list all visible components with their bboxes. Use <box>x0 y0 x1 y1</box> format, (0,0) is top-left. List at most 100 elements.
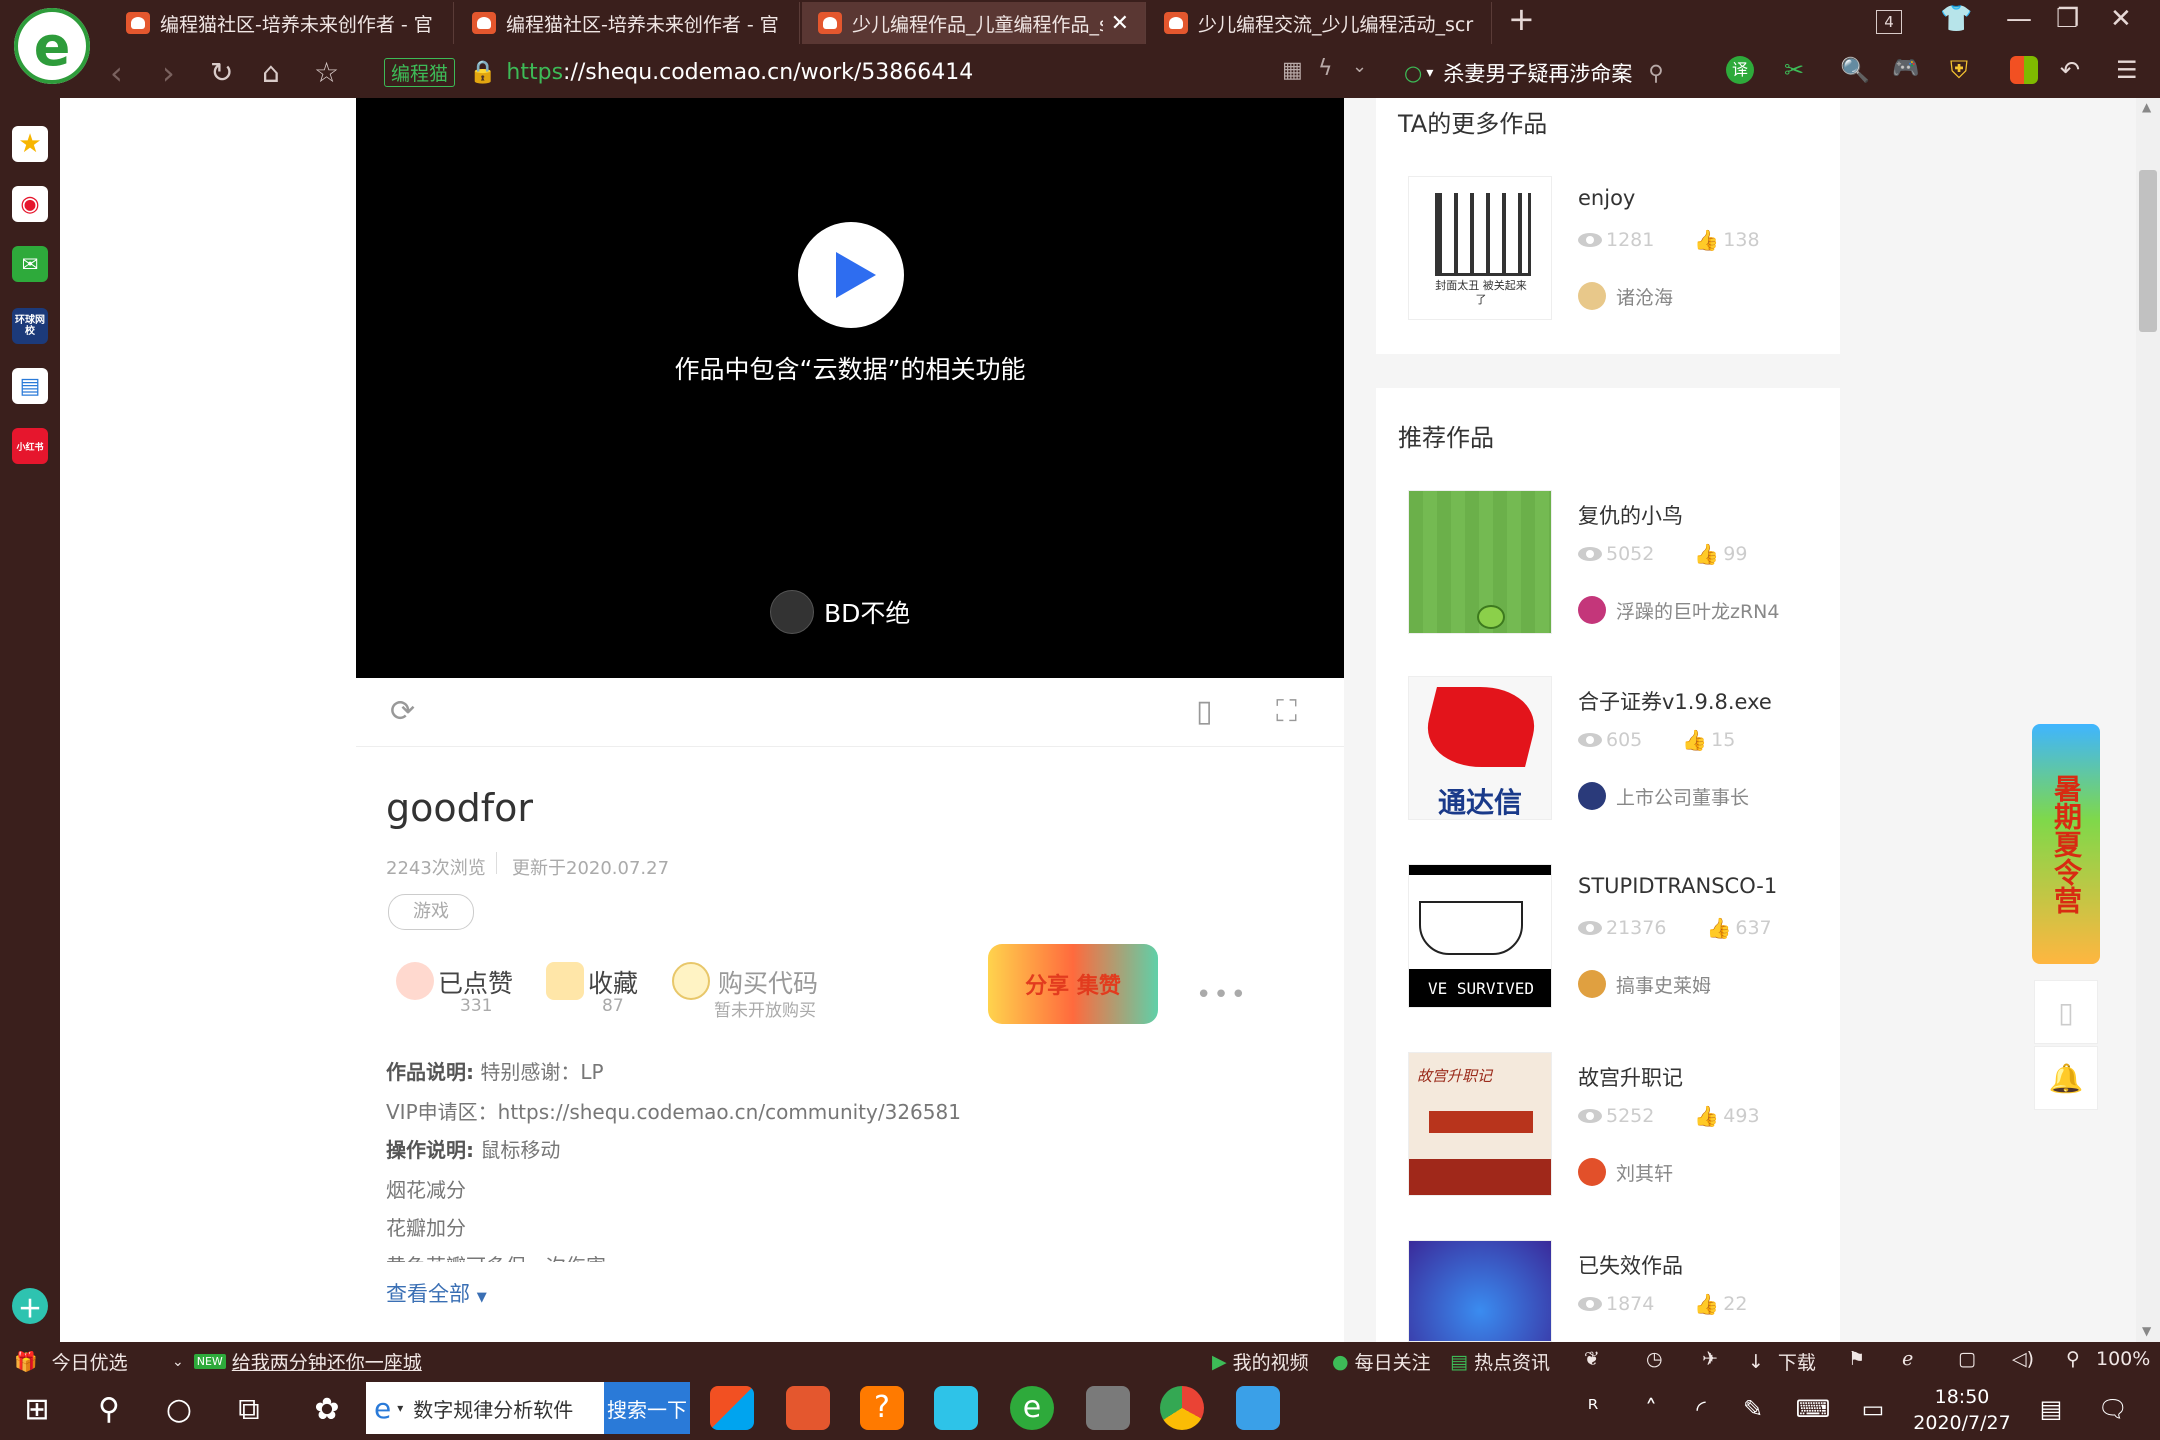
like-icon[interactable] <box>396 962 434 1000</box>
restore-icon[interactable]: ❐ <box>2056 4 2079 34</box>
more-options-icon[interactable]: ••• <box>1196 980 1248 1010</box>
category-tag[interactable]: 游戏 <box>388 894 474 930</box>
close-window-icon[interactable]: ✕ <box>2110 4 2132 34</box>
work-thumbnail[interactable]: 封面太丑 被关起来了 <box>1408 176 1552 320</box>
work-name[interactable]: 合子证券v1.9.8.exe <box>1578 686 1772 716</box>
speed-icon[interactable]: ◷ <box>1646 1348 1663 1370</box>
scroll-up-icon[interactable]: ▲ <box>2142 100 2151 114</box>
daily-follow-link[interactable]: ● 每日关注 <box>1332 1348 1431 1375</box>
work-thumbnail[interactable]: VE SURVIVED <box>1408 864 1552 1008</box>
author-name[interactable]: BD不绝 <box>824 594 910 630</box>
browser-logo[interactable]: e <box>14 8 90 84</box>
ie-mode-icon[interactable]: ℯ <box>1902 1348 1913 1370</box>
browser-tab[interactable]: 少儿编程交流_少儿编程活动_scr <box>1148 2 1492 44</box>
favorite-box-icon[interactable] <box>546 962 584 1000</box>
qrcode-icon[interactable]: ▦ <box>1282 58 1303 83</box>
restart-icon[interactable]: ⟳ <box>390 694 415 729</box>
view-all-link[interactable]: 查看全部 ▼ <box>386 1278 487 1308</box>
taskbar-search-button[interactable]: 搜索一下 <box>604 1382 690 1434</box>
scroll-down-icon[interactable]: ▼ <box>2142 1324 2151 1338</box>
translate-icon[interactable]: 译 <box>1726 56 1754 84</box>
leaf-icon[interactable]: ❦ <box>1584 1348 1600 1370</box>
hqwx-icon[interactable]: 环球网校 <box>12 308 48 344</box>
people-icon[interactable]: ᴿ <box>1570 1386 1616 1432</box>
chevron-up-icon[interactable]: ˄ <box>1628 1386 1674 1432</box>
work-thumbnail[interactable] <box>1408 490 1552 634</box>
buy-code-label[interactable]: 购买代码 <box>718 964 818 1000</box>
undo-icon[interactable]: ↶ <box>2060 56 2088 84</box>
search-icon[interactable]: ⚲ <box>1648 61 1663 85</box>
search-icon[interactable]: ⚲ <box>86 1386 132 1432</box>
browser-app-icon[interactable]: e <box>1010 1386 1054 1430</box>
menu-icon[interactable]: ☰ <box>2116 56 2144 84</box>
gamepad-icon[interactable]: 🎮 <box>1892 56 1920 84</box>
today-picks[interactable]: 🎁 今日优选 <box>14 1348 128 1375</box>
like-button-label[interactable]: 已点赞 <box>438 964 513 1000</box>
work-author[interactable]: 搞事史莱姆 <box>1578 970 1711 998</box>
work-thumbnail[interactable] <box>1408 1240 1552 1342</box>
shield-icon[interactable]: ⛨ <box>1950 56 1978 84</box>
play-button[interactable] <box>798 222 904 328</box>
lightning-icon[interactable]: ϟ <box>1318 56 1333 81</box>
action-center-icon[interactable]: 🗨 <box>2090 1386 2136 1432</box>
weibo-icon[interactable]: ◉ <box>12 186 48 222</box>
window-icon[interactable]: ▢ <box>1958 1348 1976 1370</box>
chrome-icon[interactable] <box>1160 1386 1204 1430</box>
favorite-button-label[interactable]: 收藏 <box>588 964 638 1000</box>
task-view-icon[interactable]: ⧉ <box>226 1386 272 1432</box>
work-author[interactable]: 刘其轩 <box>1578 1158 1673 1186</box>
favorites-star-icon[interactable]: ★ <box>12 126 48 162</box>
search-field[interactable]: ○ ▾ 杀妻男子疑再涉命案 ⚲ <box>1404 56 1684 90</box>
bottle-app-icon[interactable] <box>1086 1386 1130 1430</box>
taskbar-search-input[interactable]: e ▾ 数字规律分析软件 <box>366 1382 604 1434</box>
notification-bell-icon[interactable]: 🔔 <box>2034 1046 2098 1110</box>
apps-grid-icon[interactable] <box>2010 56 2038 84</box>
store-icon[interactable] <box>710 1386 754 1430</box>
browser-tab[interactable]: 编程猫社区-培养未来创作者 - 官 <box>456 2 800 44</box>
work-name[interactable]: enjoy <box>1578 186 1635 210</box>
app-icon[interactable] <box>1236 1386 1280 1430</box>
work-author[interactable]: 上市公司董事长 <box>1578 782 1749 810</box>
volume-icon[interactable]: ◁) <box>2012 1348 2034 1370</box>
cortana-icon[interactable]: ○ <box>156 1386 202 1432</box>
news-ticker[interactable]: ⌄ NEW 给我两分钟还你一座城 <box>172 1348 422 1375</box>
forward-icon[interactable]: › <box>162 54 175 92</box>
refresh-icon[interactable]: ↻ <box>210 56 233 89</box>
work-thumbnail[interactable]: 故宫升职记 <box>1408 1052 1552 1196</box>
mail-icon[interactable]: ✉ <box>12 246 48 282</box>
windows-start-icon[interactable]: ⊞ <box>14 1386 60 1432</box>
minimize-icon[interactable]: — <box>2006 4 2032 34</box>
flag-icon[interactable]: ⚑ <box>1848 1348 1865 1370</box>
work-player[interactable] <box>356 98 1344 678</box>
home-icon[interactable]: ⌂ <box>262 56 280 89</box>
share-like-banner[interactable]: 分享 集赞 <box>988 944 1158 1024</box>
keyboard-icon[interactable]: ⌨ <box>1790 1386 1836 1432</box>
add-sidebar-icon[interactable]: ＋ <box>12 1288 48 1324</box>
chevron-down-icon[interactable]: ⌄ <box>1352 56 1367 77</box>
work-name[interactable]: 故宫升职记 <box>1578 1062 1683 1092</box>
work-thumbnail[interactable]: 通达信 <box>1408 676 1552 820</box>
work-name[interactable]: 已失效作品 <box>1578 1250 1683 1280</box>
favorite-star-icon[interactable]: ☆ <box>314 56 339 89</box>
buy-code-icon[interactable] <box>672 962 710 1000</box>
download-link[interactable]: ↓ 下载 <box>1748 1348 1816 1375</box>
summer-camp-banner[interactable]: 暑期夏令营 <box>2032 724 2100 964</box>
tab-count-badge[interactable]: 4 <box>1876 10 1902 34</box>
skin-shirt-icon[interactable]: 👕 <box>1940 4 1972 34</box>
scissors-icon[interactable]: ✂ <box>1784 56 1812 84</box>
hot-news-link[interactable]: ▤ 热点资讯 <box>1450 1348 1550 1375</box>
zoom-icon[interactable]: ⚲ <box>2066 1348 2080 1370</box>
notes-icon[interactable]: ▤ <box>2028 1386 2074 1432</box>
system-clock[interactable]: 18:50 2020/7/27 <box>1902 1384 2022 1436</box>
network-app-icon[interactable] <box>934 1386 978 1430</box>
browser-tab-active[interactable]: 少儿编程作品_儿童编程作品_scra ✕ <box>802 2 1146 44</box>
scrollbar-thumb[interactable] <box>2139 170 2157 332</box>
pen-icon[interactable]: ✎ <box>1730 1386 1776 1432</box>
browser-tab[interactable]: 编程猫社区-培养未来创作者 - 官 <box>110 2 454 44</box>
pin-icon[interactable]: ✈ <box>1702 1348 1718 1370</box>
pinwheel-icon[interactable]: ✿ <box>304 1386 350 1432</box>
help-app-icon[interactable]: ? <box>860 1386 904 1430</box>
my-video-link[interactable]: ▶ 我的视频 <box>1212 1348 1309 1375</box>
redbook-icon[interactable]: 小红书 <box>12 428 48 464</box>
codemao-app-icon[interactable] <box>786 1386 830 1430</box>
